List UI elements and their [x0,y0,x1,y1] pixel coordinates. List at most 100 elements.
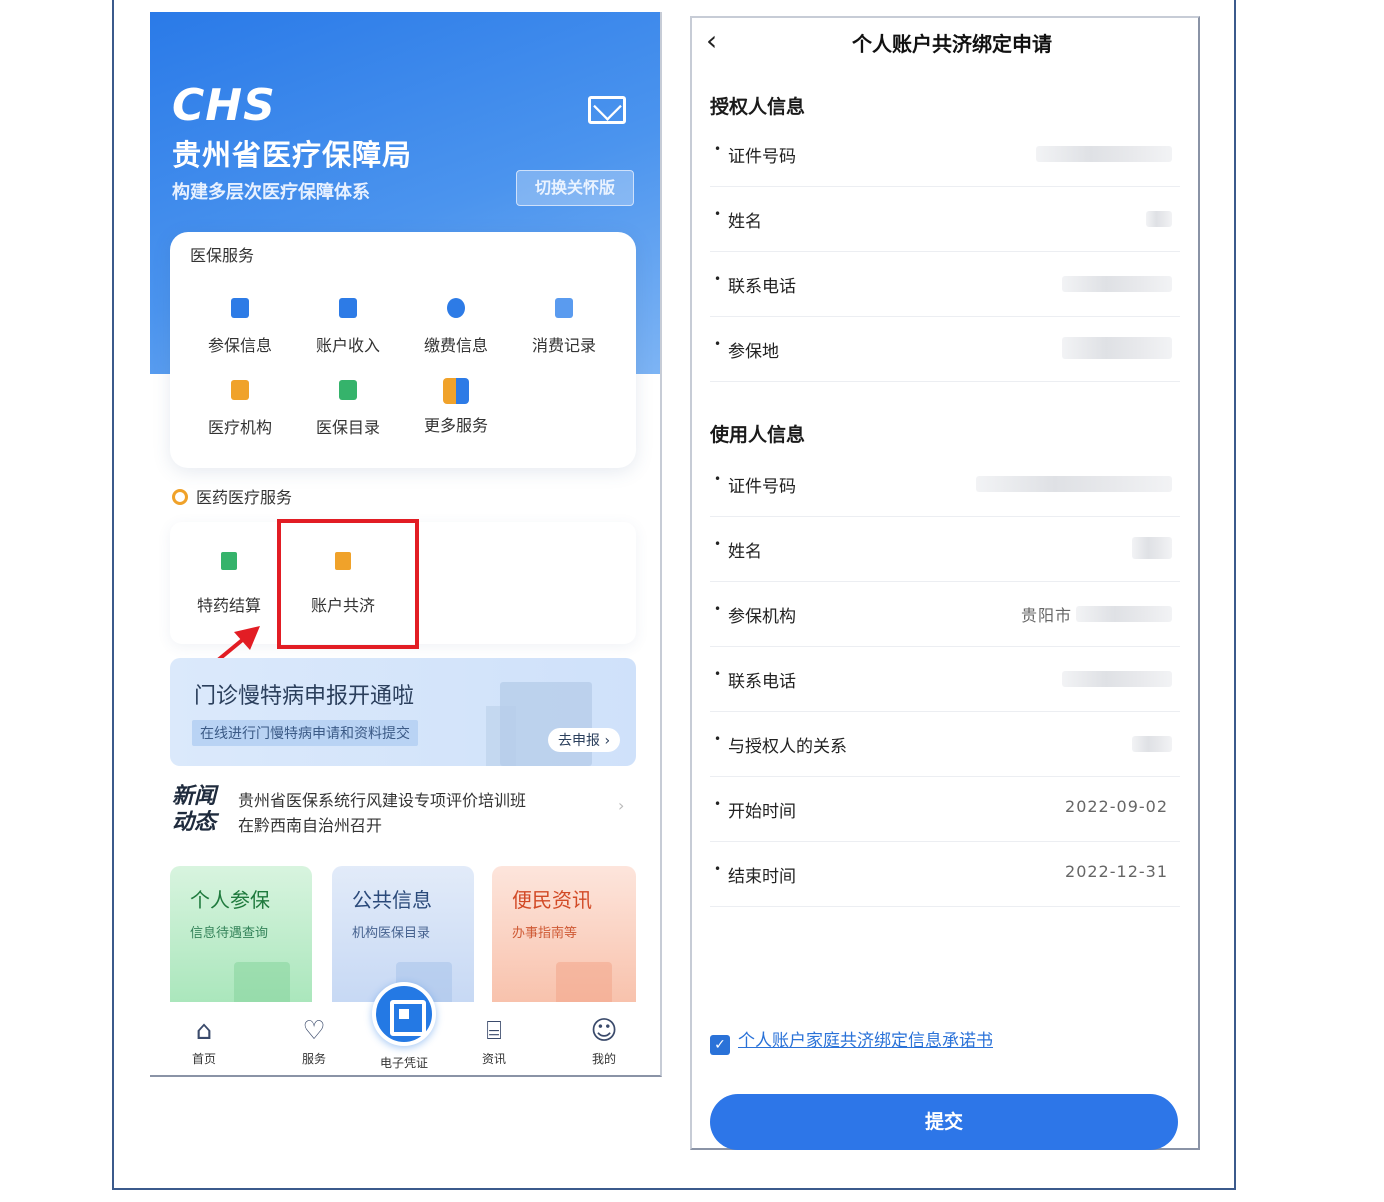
home-screen: CHS 贵州省医疗保障局 构建多层次医疗保障体系 切换关怀版 医保服务 参保信息… [150,12,662,1077]
required-marker: • [714,732,722,746]
service-label: 医疗机构 [207,418,272,437]
tile-title: 公共信息 [352,888,432,912]
field-label: 开始时间 [728,802,796,822]
redacted-value [1062,276,1172,292]
user-name-field[interactable]: • 姓名 [710,517,1180,582]
checkbox-checked-icon[interactable]: ✓ [710,1035,730,1055]
service-label: 更多服务 [423,416,488,435]
medical-services-heading: 医药医疗服务 [172,484,292,508]
section-title: 医保服务 [190,246,255,265]
news-line: 在黔西南自治州召开 [238,816,383,835]
grantor-phone-field[interactable]: • 联系电话 [710,252,1180,317]
grantor-id-number-field[interactable]: • 证件号码 [710,122,1180,187]
service-insurance-info[interactable]: 参保信息 [186,298,294,356]
required-marker: • [714,472,722,486]
money-bag-icon [447,298,465,318]
redacted-value [976,476,1172,492]
required-marker: • [714,142,722,156]
grantor-section-title: 授权人信息 [710,96,806,118]
grantor-name-field[interactable]: • 姓名 [710,187,1180,252]
redacted-value [1062,337,1172,359]
home-icon: ⌂ [195,1016,213,1046]
tile-convenience-news[interactable]: 便民资讯 办事指南等 [492,866,636,1006]
agreement-link[interactable]: 个人账户家庭共济绑定信息承诺书 [738,1031,993,1051]
user-icon: ☺ [590,1016,618,1046]
required-marker: • [714,537,722,551]
service-account-income[interactable]: 账户收入 [294,298,402,356]
service-special-drug-settlement[interactable]: 特药结算 [174,552,284,616]
id-card-icon [231,298,249,318]
binding-form-screen: ‹ 个人账户共济绑定申请 授权人信息 • 证件号码 • 姓名 • 联系电话 • … [690,16,1200,1150]
tab-label: 首页 [191,1052,216,1066]
service-spending-records[interactable]: 消费记录 [510,298,618,356]
submit-button[interactable]: 提交 [710,1094,1178,1150]
tab-e-voucher-label[interactable]: 电子凭证 [354,1054,454,1071]
bookmark-icon: ⌸ [486,1016,502,1046]
circle-icon [172,489,188,505]
institution-icon [231,380,249,400]
field-label: 联系电话 [728,277,796,297]
news-logo-line: 动态 [172,810,217,835]
field-label: 与授权人的关系 [728,737,847,757]
redacted-value [1062,671,1172,687]
service-label: 缴费信息 [423,336,488,355]
field-label: 联系电话 [728,672,796,692]
qr-code-icon[interactable] [372,982,436,1046]
end-date-field[interactable]: • 结束时间 2022-12-31 [710,842,1180,907]
redacted-value [1132,537,1172,559]
tile-personal-insurance[interactable]: 个人参保 信息待遇查询 [170,866,312,1006]
more-grid-icon [443,378,469,404]
field-label: 参保机构 [728,607,796,627]
care-mode-button[interactable]: 切换关怀版 [516,170,634,206]
required-marker: • [714,667,722,681]
field-label: 证件号码 [728,477,796,497]
tab-home[interactable]: ⌂ 首页 [164,1014,244,1067]
tab-services[interactable]: ♡ 服务 [274,1014,354,1067]
field-value: 贵阳市 [1020,606,1072,625]
tab-mine[interactable]: ☺ 我的 [564,1014,644,1067]
required-marker: • [714,797,722,811]
user-id-number-field[interactable]: • 证件号码 [710,452,1180,517]
service-more[interactable]: 更多服务 [402,378,510,436]
redacted-value [1036,146,1172,162]
field-value: 2022-12-31 [1065,862,1168,881]
banner-title: 门诊慢特病申报开通啦 [194,684,415,709]
agreement-checkbox[interactable]: ✓ 个人账户家庭共济绑定信息承诺书 [710,1026,993,1055]
insurance-services-card: 医保服务 参保信息 账户收入 缴费信息 消费记录 医疗机构 医保目录 更多服务 [170,232,636,468]
service-medical-institutions[interactable]: 医疗机构 [186,380,294,438]
heart-icon: ♡ [302,1016,326,1046]
field-label: 结束时间 [728,867,796,887]
news-headline[interactable]: 贵州省医保系统行风建设专项评价培训班 在黔西南自治州召开 [238,788,598,838]
slogan: 构建多层次医疗保障体系 [172,182,370,203]
apply-button[interactable]: 去申报 › [548,728,621,752]
catalog-icon [339,380,357,400]
tab-news[interactable]: ⌸ 资讯 [454,1014,534,1067]
service-label: 账户收入 [315,336,380,355]
required-marker: • [714,602,722,616]
grantor-insured-place-field[interactable]: • 参保地 [710,317,1180,382]
tab-label: 资讯 [481,1052,506,1066]
field-value: 2022-09-02 [1065,797,1168,816]
bottom-tab-bar: ⌂ 首页 ♡ 服务 电子凭证 ⌸ 资讯 ☺ 我的 [150,982,660,1075]
field-label: 证件号码 [728,147,796,167]
receipt-icon [555,298,573,318]
mail-icon[interactable] [588,96,626,124]
org-name: 贵州省医疗保障局 [172,138,413,172]
service-label: 特药结算 [196,596,261,615]
service-insurance-catalog[interactable]: 医保目录 [294,380,402,438]
redacted-value [1146,211,1172,227]
chronic-disease-banner[interactable]: 门诊慢特病申报开通啦 在线进行门慢特病申请和资料提交 去申报 › [170,658,636,766]
news-line: 贵州省医保系统行风建设专项评价培训班 [238,791,527,810]
user-phone-field[interactable]: • 联系电话 [710,647,1180,712]
field-label: 姓名 [728,212,762,232]
service-payment-info[interactable]: 缴费信息 [402,298,510,356]
apply-label: 去申报 [558,733,600,749]
tile-subtitle: 信息待遇查询 [190,926,269,941]
start-date-field[interactable]: • 开始时间 2022-09-02 [710,777,1180,842]
required-marker: • [714,337,722,351]
user-insurance-institution-field[interactable]: • 参保机构 贵阳市 [710,582,1180,647]
user-section-title: 使用人信息 [710,424,806,446]
user-relationship-field[interactable]: • 与授权人的关系 [710,712,1180,777]
field-label: 姓名 [728,542,762,562]
tile-title: 便民资讯 [512,888,592,912]
